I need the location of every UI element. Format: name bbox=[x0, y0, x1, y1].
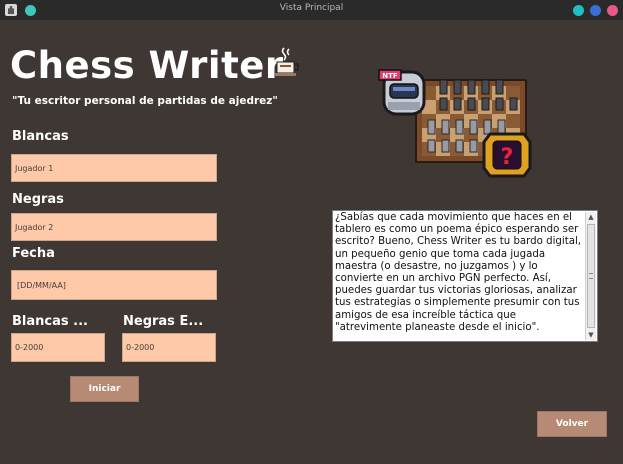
question-badge-icon: ? bbox=[482, 132, 532, 178]
blancas-input[interactable]: Jugador 1 bbox=[11, 154, 217, 182]
elo-negras-input-placeholder: 0-2000 bbox=[126, 343, 155, 352]
elo-negras-input[interactable]: 0-2000 bbox=[122, 333, 216, 362]
info-scrollbar[interactable]: ▲ ▼ bbox=[585, 212, 596, 340]
negras-label: Negras bbox=[12, 192, 64, 207]
robot-badge-text: NTF bbox=[382, 72, 398, 80]
elo-blancas-input[interactable]: 0-2000 bbox=[11, 333, 105, 362]
window-titlebar: Vista Principal bbox=[0, 0, 623, 20]
iniciar-button[interactable]: Iniciar bbox=[70, 376, 139, 402]
close-button[interactable] bbox=[607, 5, 618, 16]
scroll-down-icon[interactable]: ▼ bbox=[586, 330, 596, 340]
volver-button[interactable]: Volver bbox=[537, 411, 607, 437]
fecha-input-placeholder: [DD/MM/AA] bbox=[17, 280, 66, 290]
robot-head-icon: NTF bbox=[378, 69, 426, 116]
maximize-button[interactable] bbox=[590, 5, 601, 16]
negras-input-placeholder: Jugador 2 bbox=[15, 222, 54, 232]
coffee-icon bbox=[275, 47, 299, 76]
minimize-button[interactable] bbox=[573, 5, 584, 16]
info-textarea[interactable]: ¿Sabías que cada movimiento que haces en… bbox=[332, 210, 598, 342]
blancas-label: Blancas bbox=[12, 129, 69, 144]
scroll-thumb[interactable] bbox=[587, 224, 595, 328]
fecha-label: Fecha bbox=[12, 246, 55, 261]
question-mark-text: ? bbox=[501, 145, 514, 170]
chess-robot-illustration: NTF ? bbox=[378, 69, 532, 178]
info-text: ¿Sabías que cada movimiento que haces en… bbox=[335, 212, 582, 333]
elo-blancas-label: Blancas ... bbox=[12, 314, 88, 329]
app-title: Chess Writer bbox=[10, 44, 284, 87]
elo-negras-label: Negras E... bbox=[123, 314, 204, 329]
scroll-up-icon[interactable]: ▲ bbox=[586, 212, 596, 222]
elo-blancas-input-placeholder: 0-2000 bbox=[15, 343, 44, 352]
fecha-input[interactable]: [DD/MM/AA] bbox=[11, 270, 217, 300]
blancas-input-placeholder: Jugador 1 bbox=[15, 163, 54, 173]
negras-input[interactable]: Jugador 2 bbox=[11, 213, 217, 241]
tagline: "Tu escritor personal de partidas de aje… bbox=[12, 95, 278, 107]
window-title: Vista Principal bbox=[279, 3, 344, 13]
